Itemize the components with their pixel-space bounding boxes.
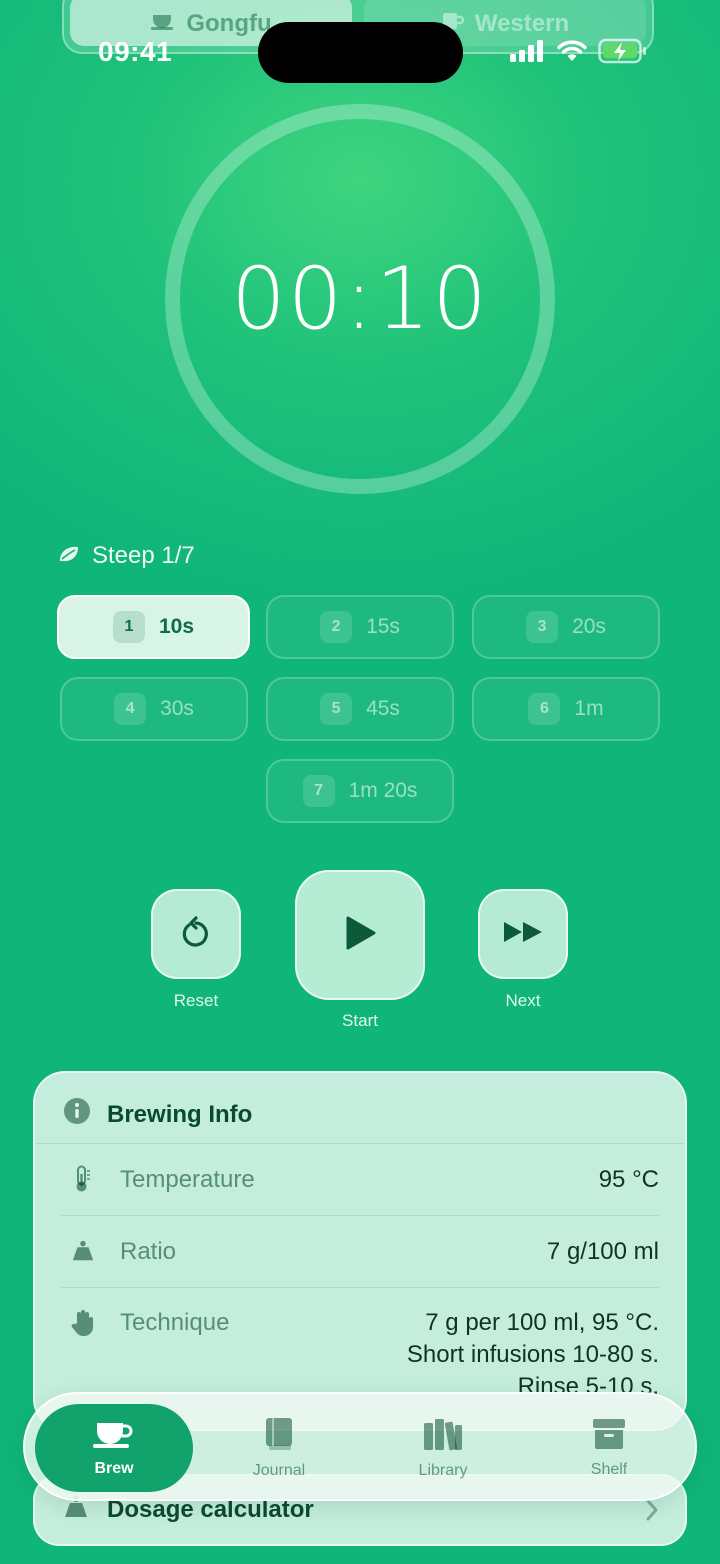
tab-shelf[interactable]: Shelf — [531, 1404, 687, 1492]
leaf-icon — [58, 542, 80, 570]
mode-gongfu-label: Gongfu — [186, 10, 272, 37]
cellular-signal-icon — [510, 40, 546, 67]
cup-icon — [150, 9, 176, 38]
header-divider — [35, 1143, 685, 1144]
reset-label: Reset — [173, 991, 219, 1010]
timer-display: 00:10 — [231, 249, 489, 349]
start-button[interactable] — [295, 870, 425, 1000]
fast-forward-icon — [502, 919, 544, 950]
reset-button[interactable] — [151, 889, 241, 979]
steep-chip-number: 2 — [320, 611, 353, 643]
steep-chip-number: 6 — [528, 693, 561, 725]
battery-charging-icon — [598, 38, 648, 69]
ratio-label: Ratio — [120, 1238, 177, 1265]
mode-western-label: Western — [474, 10, 570, 37]
steep-chip-4[interactable]: 4 30s — [60, 677, 248, 741]
steep-chip-number: 7 — [302, 775, 335, 807]
steep-chip-7[interactable]: 7 1m 20s — [266, 759, 454, 823]
steep-label: Steep 1/7 — [92, 542, 195, 569]
steep-chip-number: 1 — [112, 611, 145, 643]
tab-library-label: Library — [418, 1461, 468, 1479]
temperature-value: 95 °C — [598, 1166, 659, 1193]
archive-box-icon — [592, 1418, 626, 1455]
steep-chip-time: 15s — [366, 615, 400, 638]
next-button[interactable] — [478, 889, 568, 979]
technique-line: Short infusions 10-80 s. — [406, 1341, 659, 1368]
steep-chip-1[interactable]: 1 10s — [57, 595, 250, 659]
steep-chip-3[interactable]: 3 20s — [472, 595, 660, 659]
steep-chip-2[interactable]: 2 15s — [266, 595, 454, 659]
tab-shelf-label: Shelf — [590, 1460, 628, 1478]
steep-chip-time: 45s — [366, 697, 400, 720]
tab-brew[interactable]: Brew — [35, 1404, 193, 1492]
status-icons — [510, 38, 648, 69]
hand-icon — [71, 1309, 95, 1337]
dynamic-island — [258, 22, 463, 83]
brewing-info-header: Brewing Info — [63, 1097, 252, 1132]
temperature-label: Temperature — [120, 1166, 255, 1193]
steep-chip-5[interactable]: 5 45s — [266, 677, 454, 741]
status-time: 09:41 — [98, 36, 173, 67]
play-icon — [343, 915, 377, 956]
steep-chip-time: 1m 20s — [348, 779, 418, 802]
technique-value: 7 g per 100 ml, 95 °C. Short infusions 1… — [407, 1307, 659, 1403]
steep-chip-number: 4 — [114, 693, 147, 725]
steep-chip-time: 20s — [572, 615, 606, 638]
teacup-icon — [93, 1419, 135, 1454]
tab-library[interactable]: Library — [365, 1404, 521, 1492]
brewing-info-card: Brewing Info Temperature 95 °C Ratio 7 g… — [33, 1071, 687, 1431]
steep-chip-time: 1m — [574, 697, 604, 720]
next-label: Next — [505, 991, 541, 1010]
brewing-info-title: Brewing Info — [107, 1100, 253, 1128]
books-icon — [423, 1417, 463, 1456]
steep-chip-time: 10s — [158, 615, 195, 638]
technique-label: Technique — [120, 1309, 230, 1336]
steep-chip-time: 30s — [160, 697, 194, 720]
start-label: Start — [342, 1011, 378, 1030]
book-icon — [265, 1417, 293, 1456]
weight-icon — [71, 1237, 95, 1265]
row-divider — [61, 1215, 659, 1216]
row-divider — [61, 1287, 659, 1288]
chevron-right-icon — [645, 1498, 659, 1529]
tab-journal[interactable]: Journal — [201, 1404, 357, 1492]
ratio-value: 7 g/100 ml — [546, 1238, 659, 1265]
tab-brew-label: Brew — [94, 1459, 134, 1477]
reset-icon — [181, 915, 211, 953]
steep-chip-number: 5 — [320, 693, 353, 725]
tab-bar: Brew Journal Library Shelf — [23, 1392, 697, 1501]
wifi-icon — [556, 39, 588, 68]
steep-chip-number: 3 — [526, 611, 559, 643]
tab-journal-label: Journal — [252, 1461, 306, 1479]
thermometer-icon — [71, 1165, 95, 1193]
info-icon — [63, 1097, 91, 1132]
steep-chip-6[interactable]: 6 1m — [472, 677, 660, 741]
steep-counter: Steep 1/7 — [58, 542, 195, 570]
technique-line: 7 g per 100 ml, 95 °C. — [425, 1309, 659, 1336]
